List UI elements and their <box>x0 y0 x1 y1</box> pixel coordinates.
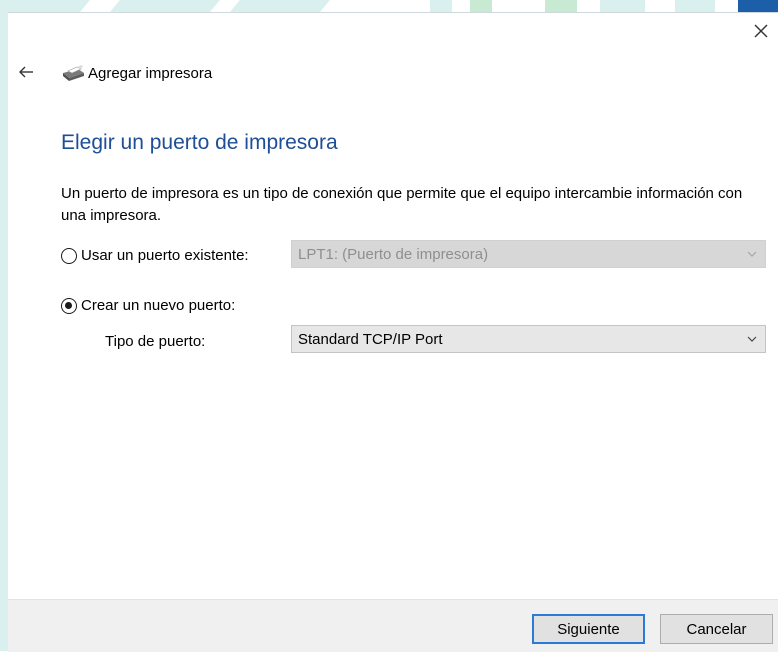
radio-new-label: Crear un nuevo puerto: <box>81 297 236 314</box>
printer-icon <box>63 65 84 81</box>
radio-existing-indicator[interactable] <box>61 247 77 264</box>
radio-new-indicator[interactable] <box>61 297 77 314</box>
radio-use-existing-port[interactable]: Usar un puerto existente: <box>61 247 249 264</box>
close-icon <box>754 24 768 38</box>
back-arrow-icon <box>19 66 33 78</box>
port-type-value: Standard TCP/IP Port <box>298 330 443 348</box>
window-title: Agregar impresora <box>60 62 212 84</box>
close-button[interactable] <box>748 18 774 44</box>
taskbar-edge <box>738 0 778 12</box>
existing-port-value: LPT1: (Puerto de impresora) <box>298 245 489 263</box>
existing-port-select: LPT1: (Puerto de impresora) <box>291 240 766 268</box>
port-type-label: Tipo de puerto: <box>105 333 206 350</box>
port-type-select[interactable]: Standard TCP/IP Port <box>291 325 766 353</box>
page-title: Elegir un puerto de impresora <box>61 131 338 154</box>
radio-create-new-port[interactable]: Crear un nuevo puerto: <box>61 297 235 314</box>
chevron-down-icon <box>747 336 757 342</box>
back-button[interactable] <box>14 60 38 84</box>
radio-existing-label: Usar un puerto existente: <box>81 247 249 264</box>
window-title-text: Agregar impresora <box>88 64 213 82</box>
chevron-down-icon <box>747 251 757 257</box>
next-button[interactable]: Siguiente <box>532 614 645 644</box>
cancel-button[interactable]: Cancelar <box>660 614 773 644</box>
page-description: Un puerto de impresora es un tipo de con… <box>61 185 743 224</box>
